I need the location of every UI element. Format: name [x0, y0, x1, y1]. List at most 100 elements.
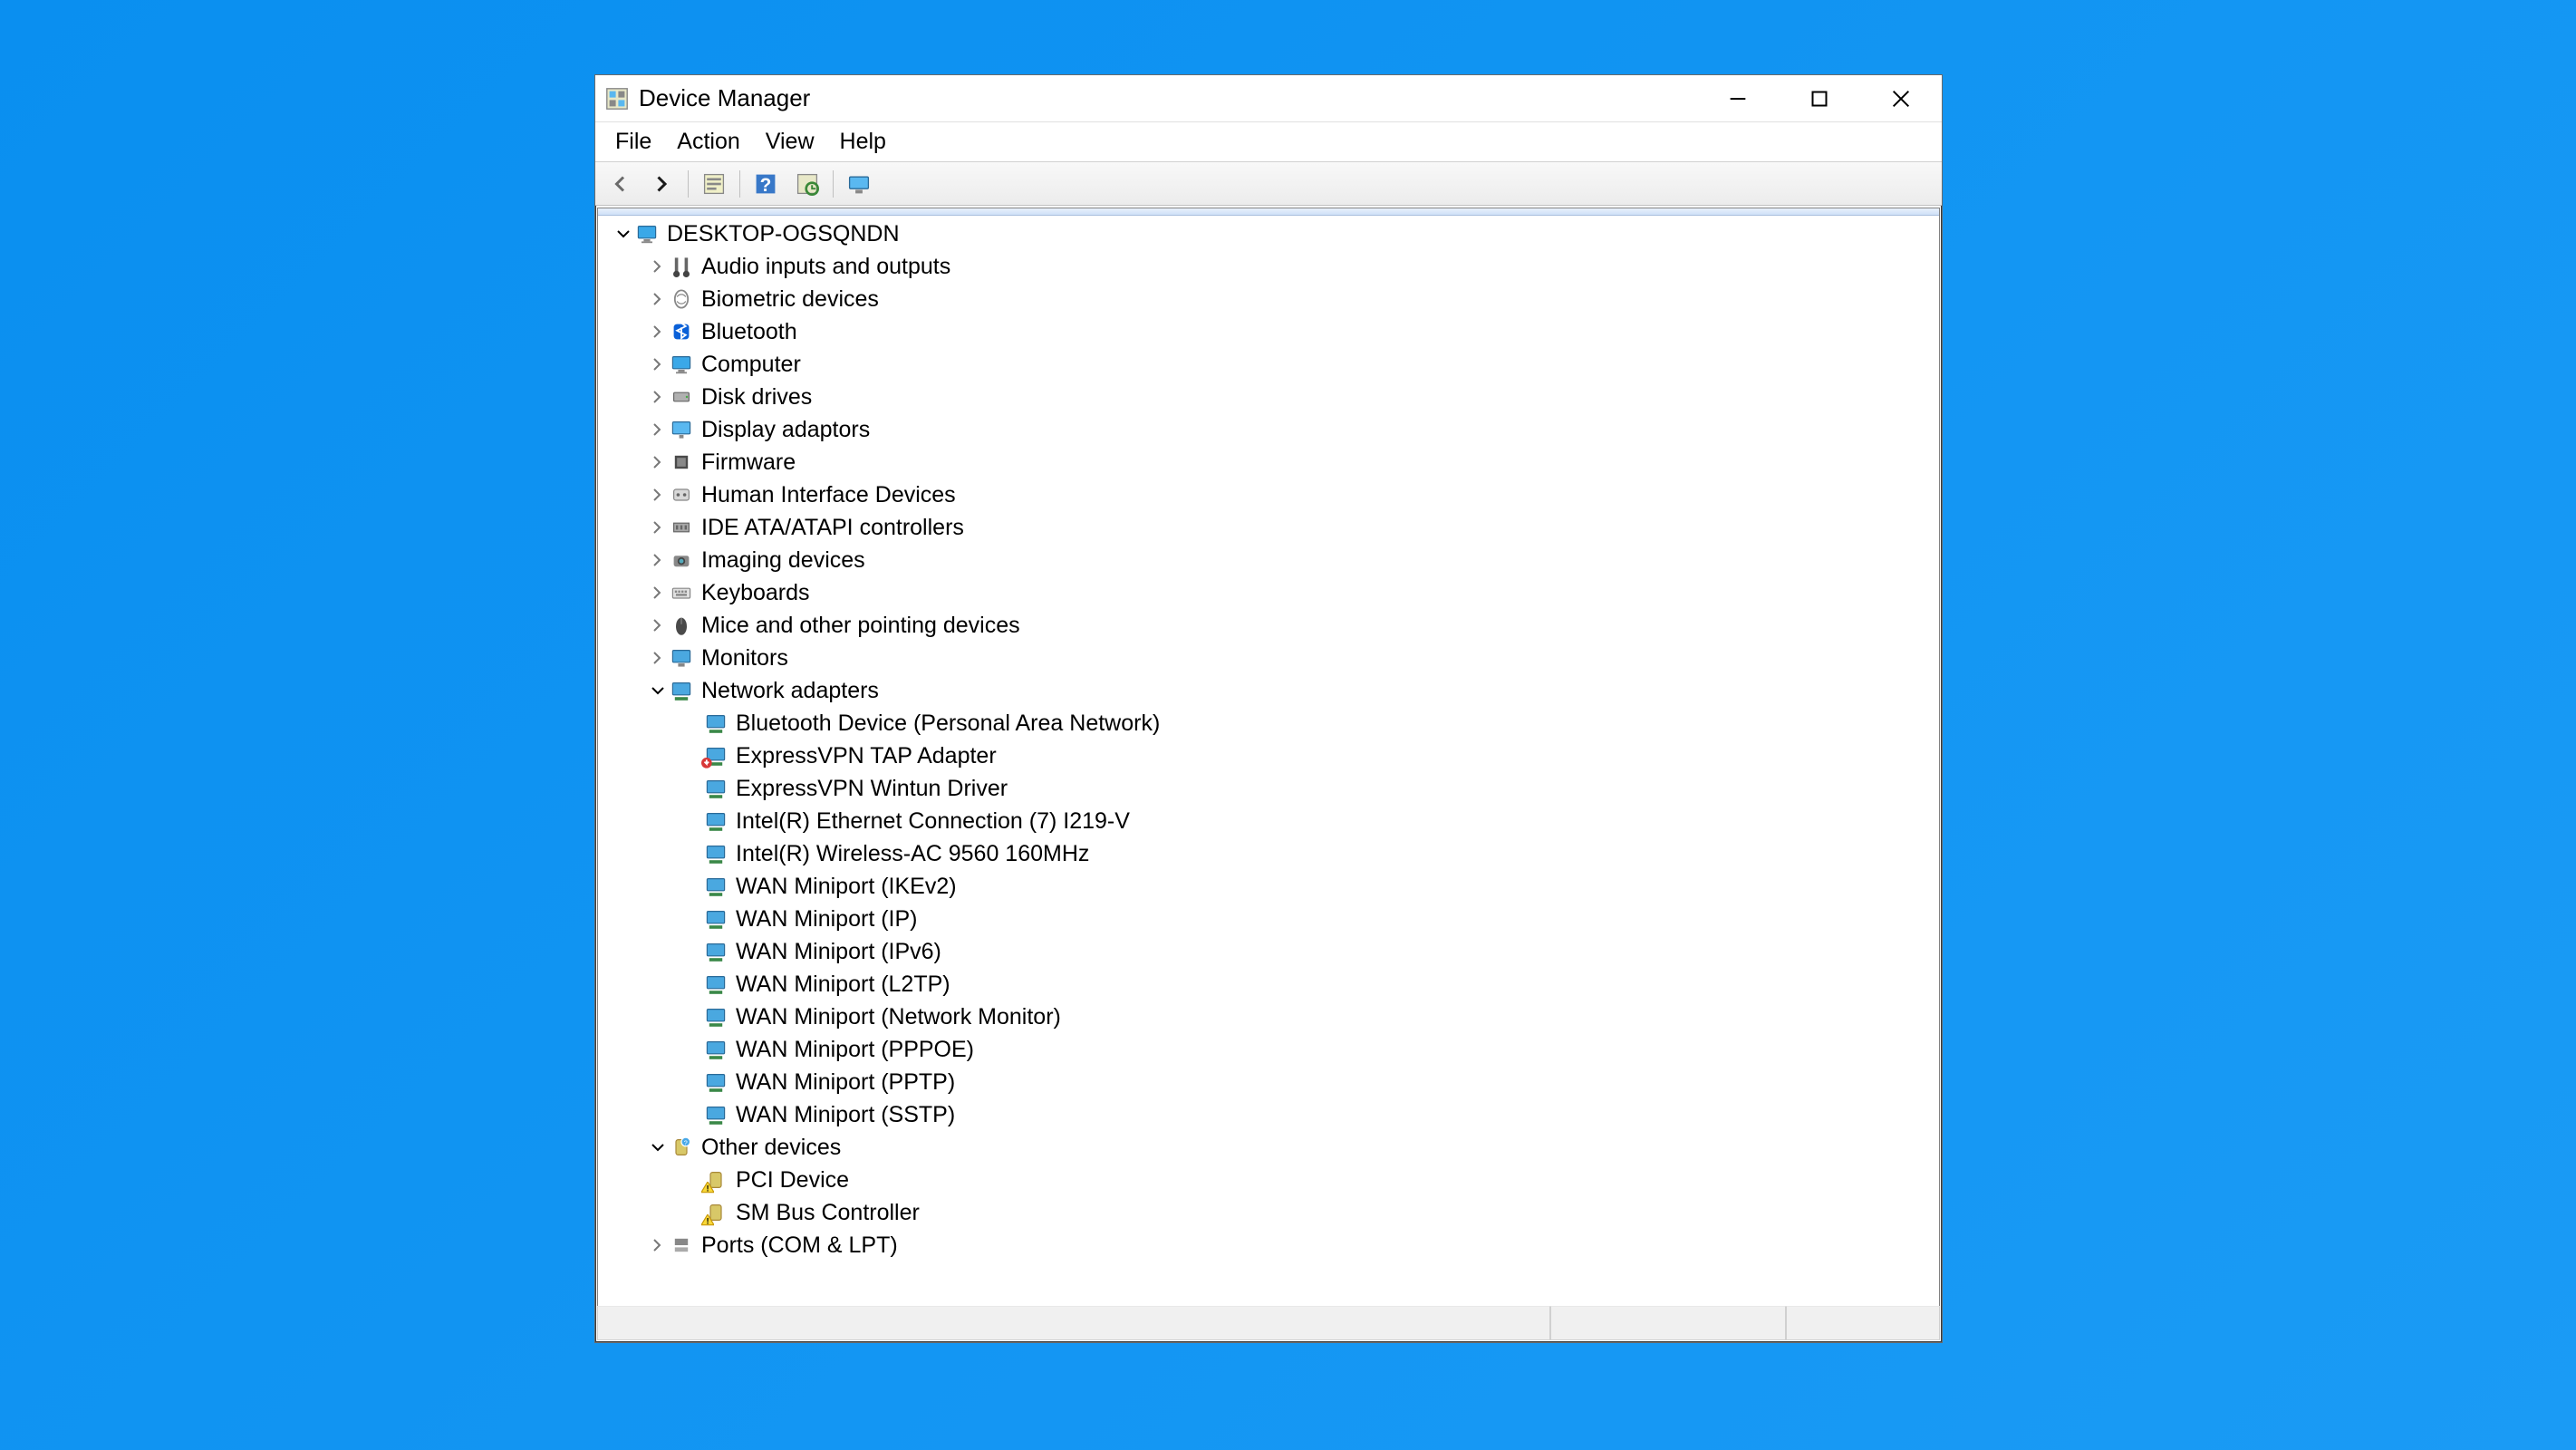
tree-category[interactable]: Firmware	[598, 446, 1939, 478]
collapse-icon[interactable]	[647, 680, 669, 701]
tree-category[interactable]: Computer	[598, 348, 1939, 381]
net-icon	[703, 939, 728, 964]
toolbar-properties[interactable]	[694, 167, 734, 201]
toolbar-back[interactable]	[601, 167, 641, 201]
tree-category-label: IDE ATA/ATAPI controllers	[701, 515, 964, 541]
ports-icon	[669, 1232, 694, 1258]
minimize-button[interactable]	[1697, 75, 1779, 122]
tree-device[interactable]: WAN Miniport (PPTP)	[598, 1066, 1939, 1098]
tree-device[interactable]: WAN Miniport (SSTP)	[598, 1098, 1939, 1131]
tree-device[interactable]: Intel(R) Ethernet Connection (7) I219-V	[598, 805, 1939, 837]
keyboard-icon	[669, 580, 694, 605]
collapse-icon[interactable]	[613, 223, 634, 245]
tree-category[interactable]: Monitors	[598, 642, 1939, 674]
unknown-icon	[703, 1167, 728, 1193]
expand-icon[interactable]	[647, 451, 669, 473]
tree-category[interactable]: Biometric devices	[598, 283, 1939, 315]
collapse-icon[interactable]	[647, 1136, 669, 1158]
expand-icon[interactable]	[647, 419, 669, 440]
tree-category[interactable]: Disk drives	[598, 381, 1939, 413]
toolbar-separator	[688, 170, 689, 198]
tree-device[interactable]: Intel(R) Wireless-AC 9560 160MHz	[598, 837, 1939, 870]
expand-icon[interactable]	[647, 647, 669, 669]
tree-category[interactable]: Other devices	[598, 1131, 1939, 1164]
tree-device[interactable]: PCI Device	[598, 1164, 1939, 1196]
display-icon	[669, 417, 694, 442]
net-icon	[703, 874, 728, 899]
network-icon	[669, 678, 694, 703]
tree-category[interactable]: Display adaptors	[598, 413, 1939, 446]
expand-icon[interactable]	[647, 582, 669, 604]
tree-device[interactable]: SM Bus Controller	[598, 1196, 1939, 1229]
statusbar	[597, 1306, 1940, 1340]
device-tree[interactable]: DESKTOP-OGSQNDN Audio inputs and outputs B…	[598, 216, 1939, 1307]
status-panel	[597, 1306, 1550, 1340]
tree-category-label: Audio inputs and outputs	[701, 254, 950, 280]
net-icon	[703, 776, 728, 801]
expand-icon[interactable]	[647, 321, 669, 343]
expand-icon[interactable]	[647, 386, 669, 408]
expand-icon[interactable]	[647, 614, 669, 636]
tree-category[interactable]: IDE ATA/ATAPI controllers	[598, 511, 1939, 544]
net-icon	[703, 1102, 728, 1127]
menu-view[interactable]: View	[753, 125, 827, 159]
tree-device[interactable]: WAN Miniport (IP)	[598, 903, 1939, 935]
expand-icon[interactable]	[647, 549, 669, 571]
tree-category-label: Network adapters	[701, 678, 879, 704]
net-icon	[703, 906, 728, 932]
tree-root[interactable]: DESKTOP-OGSQNDN	[598, 218, 1939, 250]
toolbar-show[interactable]	[839, 167, 879, 201]
expand-icon[interactable]	[647, 353, 669, 375]
tree-device[interactable]: WAN Miniport (Network Monitor)	[598, 1000, 1939, 1033]
expand-icon[interactable]	[647, 1234, 669, 1256]
menu-file[interactable]: File	[603, 125, 664, 159]
toolbar-separator	[833, 170, 834, 198]
expand-icon[interactable]	[647, 517, 669, 538]
tree-category[interactable]: Human Interface Devices	[598, 478, 1939, 511]
tree-device[interactable]: ExpressVPN TAP Adapter	[598, 740, 1939, 772]
tree-category[interactable]: Keyboards	[598, 576, 1939, 609]
tree-category[interactable]: Mice and other pointing devices	[598, 609, 1939, 642]
titlebar[interactable]: Device Manager	[595, 75, 1942, 122]
toolbar	[595, 162, 1942, 206]
audio-icon	[669, 254, 694, 279]
tree-device[interactable]: WAN Miniport (PPPOE)	[598, 1033, 1939, 1066]
tree-device-label: PCI Device	[736, 1167, 849, 1194]
tree-category[interactable]: Audio inputs and outputs	[598, 250, 1939, 283]
close-button[interactable]	[1860, 75, 1942, 122]
expand-icon[interactable]	[647, 484, 669, 506]
tree-category-label: Imaging devices	[701, 547, 865, 574]
tree-device[interactable]: WAN Miniport (L2TP)	[598, 968, 1939, 1000]
tree-category-label: Other devices	[701, 1135, 841, 1161]
computer-icon	[634, 221, 660, 246]
tree-device-label: WAN Miniport (IP)	[736, 906, 917, 933]
tree-device-label: WAN Miniport (PPPOE)	[736, 1037, 974, 1063]
column-header[interactable]	[598, 208, 1939, 216]
menu-action[interactable]: Action	[664, 125, 752, 159]
tree-category[interactable]: Bluetooth	[598, 315, 1939, 348]
net-icon	[703, 743, 728, 768]
menu-help[interactable]: Help	[827, 125, 899, 159]
expand-icon[interactable]	[647, 288, 669, 310]
net-icon	[703, 710, 728, 736]
tree-category-label: Bluetooth	[701, 319, 797, 345]
window-title: Device Manager	[639, 84, 810, 112]
maximize-button[interactable]	[1779, 75, 1860, 122]
tree-device-label: WAN Miniport (PPTP)	[736, 1069, 955, 1096]
tree-category[interactable]: Network adapters	[598, 674, 1939, 707]
bluetooth-icon	[669, 319, 694, 344]
other-icon	[669, 1135, 694, 1160]
tree-category[interactable]: Imaging devices	[598, 544, 1939, 576]
toolbar-help[interactable]	[746, 167, 786, 201]
tree-device[interactable]: Bluetooth Device (Personal Area Network)	[598, 707, 1939, 740]
tree-device[interactable]: ExpressVPN Wintun Driver	[598, 772, 1939, 805]
tree-device-label: ExpressVPN Wintun Driver	[736, 776, 1008, 802]
toolbar-forward[interactable]	[642, 167, 682, 201]
net-icon	[703, 1069, 728, 1095]
content-area: DESKTOP-OGSQNDN Audio inputs and outputs B…	[597, 208, 1940, 1308]
tree-device[interactable]: WAN Miniport (IPv6)	[598, 935, 1939, 968]
expand-icon[interactable]	[647, 256, 669, 277]
tree-category[interactable]: Ports (COM & LPT)	[598, 1229, 1939, 1262]
tree-device[interactable]: WAN Miniport (IKEv2)	[598, 870, 1939, 903]
toolbar-scan[interactable]	[787, 167, 827, 201]
